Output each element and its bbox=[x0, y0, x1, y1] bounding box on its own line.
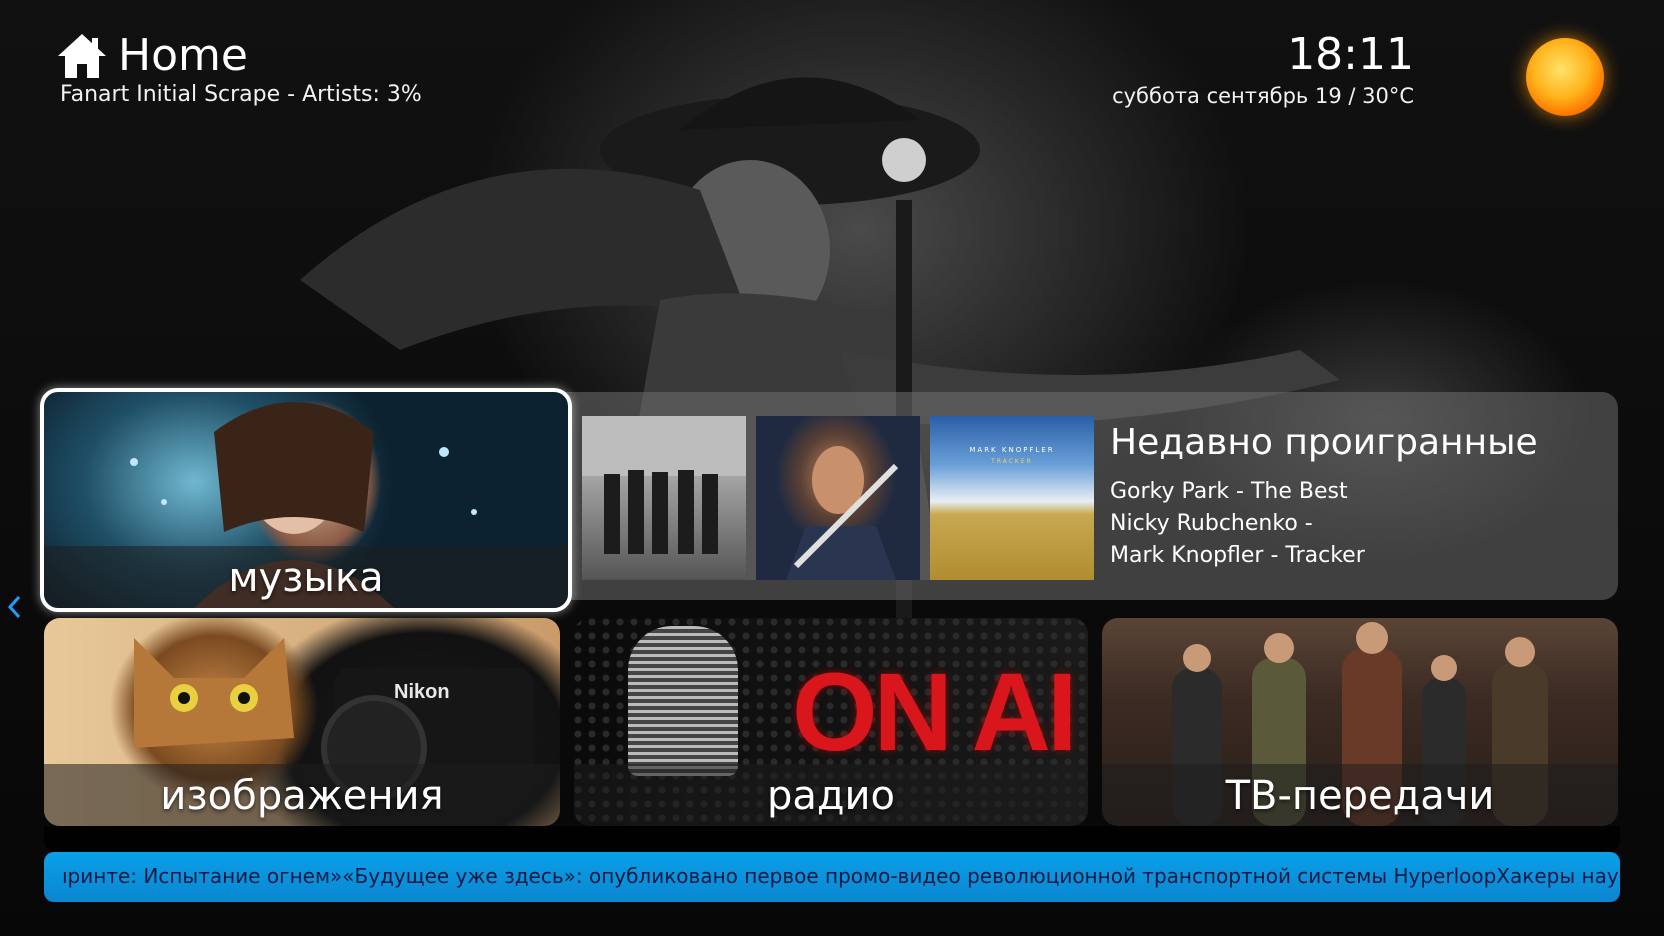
recently-played-heading: Недавно проигранные bbox=[1110, 422, 1538, 463]
scrape-status: Fanart Initial Scrape - Artists: 3% bbox=[60, 82, 422, 107]
header: Home Fanart Initial Scrape - Artists: 3% bbox=[56, 32, 422, 107]
album-cover-gorky-park[interactable] bbox=[582, 416, 746, 580]
album-cover-nicky-rubchenko[interactable] bbox=[756, 416, 920, 580]
recent-item[interactable]: Nicky Rubchenko - bbox=[1110, 508, 1365, 540]
sun-icon bbox=[1526, 38, 1604, 116]
page-title: Home bbox=[118, 30, 248, 81]
tile-images[interactable]: Nikon изображения bbox=[44, 618, 560, 826]
recently-played-panel: MARK KNOPFLER TRACKER Недавно проигранны… bbox=[560, 392, 1618, 600]
recent-item[interactable]: Mark Knopfler - Tracker bbox=[1110, 540, 1365, 572]
tile-radio-label: радио bbox=[574, 764, 1088, 826]
tile-tv-label: ТВ-передачи bbox=[1102, 764, 1618, 826]
tile-music[interactable]: музыка bbox=[40, 388, 572, 612]
recently-played-list: Gorky Park - The Best Nicky Rubchenko - … bbox=[1110, 476, 1365, 572]
on-air-art: ON AI bbox=[792, 651, 1077, 774]
rss-ticker-text: ıринте: Испытание огнем»«Будущее уже зде… bbox=[62, 864, 1620, 888]
clock-weather: 18:11 суббота сентябрь 19 / 30°C bbox=[1112, 29, 1414, 109]
clock-time: 18:11 bbox=[1287, 29, 1414, 80]
chevron-left-icon[interactable] bbox=[6, 594, 22, 620]
album-cover-mark-knopfler-tracker[interactable]: MARK KNOPFLER TRACKER bbox=[930, 416, 1094, 580]
tile-music-label: музыка bbox=[44, 546, 568, 608]
svg-text:Nikon: Nikon bbox=[394, 681, 450, 703]
tile-images-label: изображения bbox=[44, 764, 560, 826]
rss-ticker[interactable]: ıринте: Испытание огнем»«Будущее уже зде… bbox=[44, 852, 1620, 902]
home-icon[interactable] bbox=[56, 32, 108, 80]
microphone-art bbox=[628, 626, 738, 776]
ticker-shadow bbox=[44, 826, 1620, 854]
tile-tv[interactable]: ТВ-передачи bbox=[1102, 618, 1618, 826]
recent-item[interactable]: Gorky Park - The Best bbox=[1110, 476, 1365, 508]
date-weather: суббота сентябрь 19 / 30°C bbox=[1112, 84, 1414, 108]
tile-radio[interactable]: ON AI радио bbox=[574, 618, 1088, 826]
